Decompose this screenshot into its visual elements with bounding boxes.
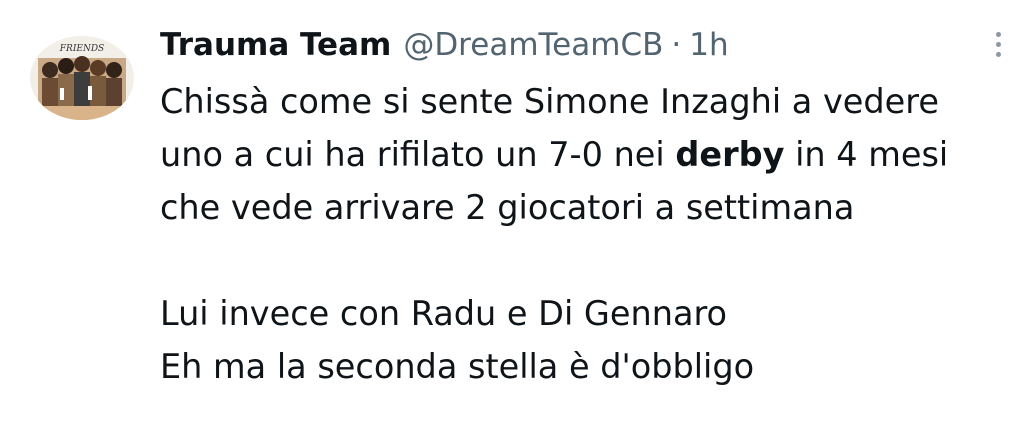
tweet-header: Trauma Team @DreamTeamCB · 1h <box>160 20 729 70</box>
author-handle[interactable]: @DreamTeamCB <box>403 20 663 70</box>
more-vertical-icon-dot <box>995 41 1001 47</box>
tweet-text-line: uno a cui ha rifilato un 7-0 nei derby i… <box>160 128 1010 181</box>
avatar-logo-text: FRIENDS <box>59 44 104 54</box>
author-display-name[interactable]: Trauma Team <box>160 20 391 70</box>
highlighted-keyword: derby <box>675 135 785 174</box>
tweet-text: Chissà come si sente Simone Inzaghi a ve… <box>160 75 1010 393</box>
tweet-text-fragment: uno a cui ha rifilato un 7-0 nei <box>160 135 676 174</box>
more-options-button[interactable] <box>986 24 1010 64</box>
header-separator: · <box>671 27 682 63</box>
avatar-image: FRIENDS <box>30 36 134 120</box>
tweet-text-fragment: in 4 mesi <box>784 135 949 174</box>
more-vertical-icon <box>995 31 1001 37</box>
tweet-text-line: che vede arrivare 2 giocatori a settiman… <box>160 188 855 227</box>
tweet-timestamp[interactable]: 1h <box>689 20 728 70</box>
tweet-card[interactable]: FRIENDS Trauma Team @DreamTeamCB · 1h Ch… <box>0 0 1024 421</box>
tweet-text-line: Lui invece con Radu e Di Gennaro <box>160 294 728 333</box>
more-vertical-icon-dot <box>995 51 1001 57</box>
tweet-text-line: Eh ma la seconda stella è d'obbligo <box>160 347 755 386</box>
tweet-text-line: Chissà come si sente Simone Inzaghi a ve… <box>160 82 939 121</box>
avatar[interactable]: FRIENDS <box>30 36 134 120</box>
